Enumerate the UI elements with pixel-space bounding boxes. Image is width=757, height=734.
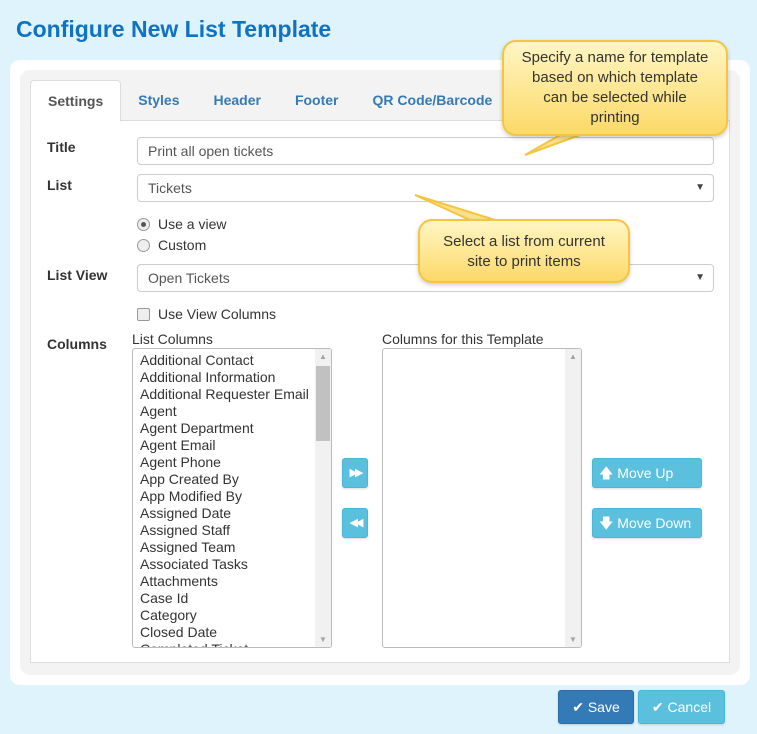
check-icon: ✔ xyxy=(572,699,584,715)
list-column-option[interactable]: Attachments xyxy=(133,573,331,590)
title-label: Title xyxy=(47,139,76,155)
double-chevron-left-icon: ◀◀ xyxy=(349,517,364,529)
list-column-option[interactable]: Agent Email xyxy=(133,437,331,454)
list-callout-pointer xyxy=(414,194,496,221)
scroll-down-icon[interactable]: ▼ xyxy=(569,635,577,644)
callout-pointers xyxy=(414,134,581,221)
check-icon: ✔ xyxy=(651,699,664,715)
scroll-up-icon[interactable]: ▲ xyxy=(569,352,577,361)
list-callout: Select a list from current site to print… xyxy=(418,219,630,283)
scrollbar[interactable]: ▲ ▼ xyxy=(565,349,581,647)
radio-custom-label: Custom xyxy=(158,237,207,253)
remove-columns-button[interactable]: ◀◀ xyxy=(342,508,368,538)
move-up-button[interactable]: 🡅 Move Up xyxy=(592,458,702,488)
list-column-option[interactable]: Category xyxy=(133,607,331,624)
arrow-down-icon: 🡇 xyxy=(599,515,614,531)
double-chevron-right-icon: ▶▶ xyxy=(349,467,364,479)
cancel-button[interactable]: ✔ Cancel xyxy=(638,690,725,724)
title-callout: Specify a name for template based on whi… xyxy=(502,40,728,136)
list-view-label: List View xyxy=(47,267,108,283)
list-column-option[interactable]: Assigned Staff xyxy=(133,522,331,539)
list-column-option[interactable]: App Modified By xyxy=(133,488,331,505)
list-select-value: Tickets xyxy=(148,180,192,196)
list-column-option[interactable]: Case Id xyxy=(133,590,331,607)
list-columns-listbox[interactable]: ▲ ▼ Additional Contact Additional Informat… xyxy=(132,348,332,648)
title-callout-pointer xyxy=(524,134,581,156)
page-title: Configure New List Template xyxy=(16,16,332,42)
list-column-option[interactable]: Closed Date xyxy=(133,624,331,641)
move-down-label: Move Down xyxy=(617,515,692,531)
list-column-option[interactable]: Agent Phone xyxy=(133,454,331,471)
use-view-columns-checkbox[interactable]: Use View Columns xyxy=(137,306,276,322)
radio-use-view[interactable]: Use a view xyxy=(137,216,226,232)
list-column-option[interactable]: Additional Contact xyxy=(133,352,331,369)
radio-custom[interactable]: Custom xyxy=(137,237,206,253)
template-columns-label: Columns for this Template xyxy=(382,331,544,347)
list-column-option[interactable]: Assigned Team xyxy=(133,539,331,556)
use-view-columns-label: Use View Columns xyxy=(158,306,277,322)
list-column-option[interactable]: Assigned Date xyxy=(133,505,331,522)
list-column-option[interactable]: Additional Information xyxy=(133,369,331,386)
template-columns-listbox[interactable]: ▲ ▼ xyxy=(382,348,582,648)
radio-icon xyxy=(137,239,150,252)
list-column-option[interactable]: Additional Requester Email xyxy=(133,386,331,403)
list-column-option[interactable]: Completed Ticket xyxy=(133,641,331,647)
cancel-label: Cancel xyxy=(667,699,712,715)
columns-label: Columns xyxy=(47,336,107,352)
save-button[interactable]: ✔ Save xyxy=(558,690,634,724)
scrollbar[interactable]: ▲ ▼ xyxy=(315,349,331,647)
scroll-up-icon[interactable]: ▲ xyxy=(319,352,327,361)
list-column-option[interactable]: Agent Department xyxy=(133,420,331,437)
radio-use-view-label: Use a view xyxy=(158,216,227,232)
tab-settings[interactable]: Settings xyxy=(30,80,122,122)
tab-header[interactable]: Header xyxy=(196,80,277,120)
scroll-down-icon[interactable]: ▼ xyxy=(319,635,327,644)
tab-footer[interactable]: Footer xyxy=(278,80,356,120)
add-columns-button[interactable]: ▶▶ xyxy=(342,458,368,488)
tab-qr-barcode[interactable]: QR Code/Barcode xyxy=(356,80,510,120)
scrollbar-thumb[interactable] xyxy=(316,366,330,441)
list-view-value: Open Tickets xyxy=(148,270,230,286)
list-label: List xyxy=(47,177,72,193)
list-column-option[interactable]: Associated Tasks xyxy=(133,556,331,573)
save-label: Save xyxy=(587,699,620,715)
list-column-option[interactable]: Agent xyxy=(133,403,331,420)
dropdown-arrow-icon: ▼ xyxy=(695,272,705,283)
radio-icon xyxy=(137,218,150,231)
checkbox-icon xyxy=(137,308,150,321)
move-up-label: Move Up xyxy=(617,465,674,481)
list-columns-label: List Columns xyxy=(132,331,213,347)
tab-styles[interactable]: Styles xyxy=(121,80,196,120)
move-down-button[interactable]: 🡇 Move Down xyxy=(592,508,702,538)
list-column-option[interactable]: App Created By xyxy=(133,471,331,488)
arrow-up-icon: 🡅 xyxy=(599,465,614,481)
